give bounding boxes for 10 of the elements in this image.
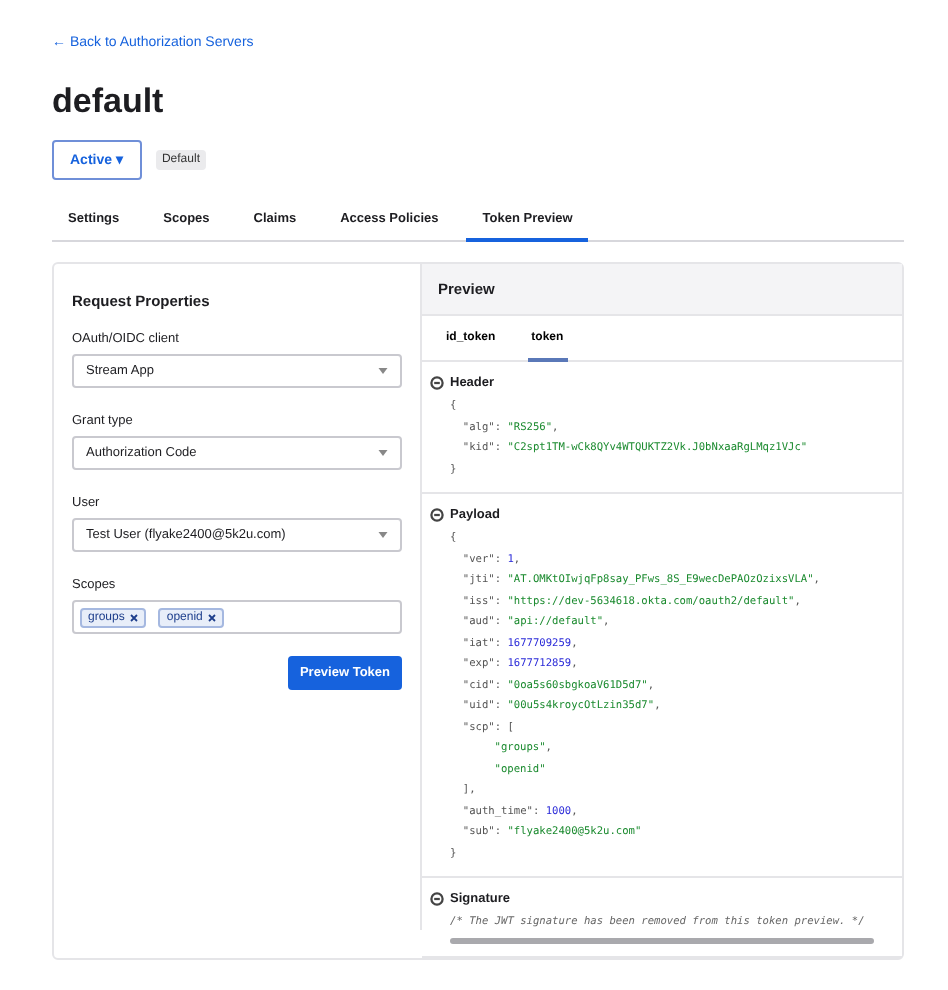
collapse-icon[interactable] [430,508,444,522]
remove-icon[interactable] [208,613,217,621]
collapse-icon[interactable] [430,376,444,390]
remove-icon[interactable] [130,613,139,621]
caret-icon [378,368,388,374]
caret-icon [378,532,388,538]
caret-icon [378,450,388,456]
page-title: default [52,82,166,122]
scrollbar[interactable] [450,938,874,944]
collapse-icon[interactable] [430,892,444,906]
